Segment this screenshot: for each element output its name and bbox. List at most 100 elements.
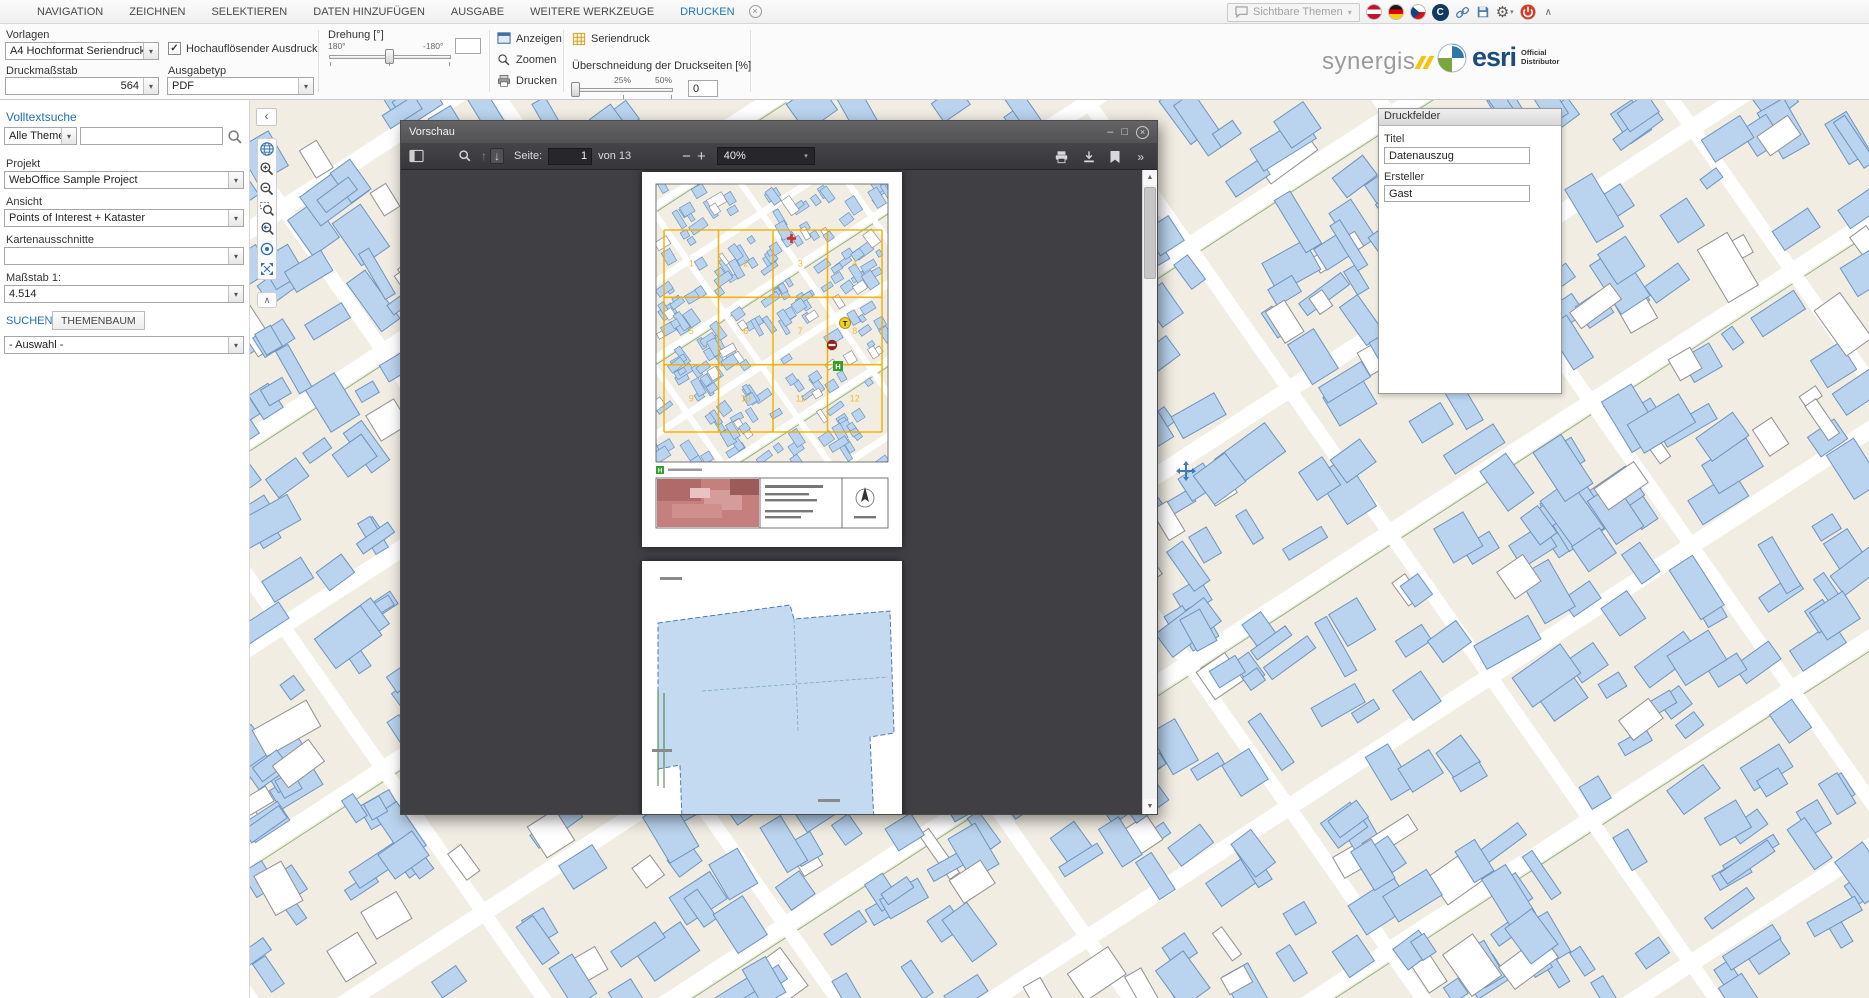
ueberschneidung-slider-track[interactable] [573, 88, 673, 92]
svg-text:T: T [842, 319, 847, 328]
ribbon-toolbar: Vorlagen A4 Hochformat Seriendruck▾ Druc… [0, 24, 1869, 100]
ausgabetyp-dropdown[interactable]: PDF▾ [167, 77, 314, 95]
scrollbar-thumb[interactable] [1144, 187, 1156, 279]
ansicht-dropdown[interactable]: Points of Interest + Kataster▾ [4, 209, 244, 227]
menu-item-weitere-werkzeuge[interactable]: WEITERE WERKZEUGE [517, 6, 667, 18]
map-marker-move-icon[interactable] [1175, 460, 1197, 482]
vorschau-dialog: Vorschau – □ × ↑ ↓ Seite: von 13 − + 40%… [400, 120, 1158, 815]
dialog-title-bar[interactable]: Vorschau – □ × [401, 121, 1157, 143]
globe-tool-icon[interactable] [259, 141, 275, 157]
print-page-1: 123456789101112 T H H [642, 172, 902, 547]
zoom-out-tool-icon[interactable] [259, 181, 275, 197]
pdf-scrollbar[interactable]: ▲ ▼ [1142, 170, 1157, 814]
zoomen-button[interactable]: Zoomen [497, 53, 556, 67]
drehung-value-input[interactable] [455, 38, 481, 54]
tick-25-label: 25% [614, 75, 631, 85]
page-number-input[interactable] [548, 148, 592, 165]
menu-item-drucken-active[interactable]: DRUCKEN [667, 6, 747, 18]
anzeigen-button[interactable]: Anzeigen [497, 32, 562, 45]
flag-czech-icon[interactable] [1410, 4, 1426, 20]
print-icon[interactable] [1054, 150, 1069, 164]
menu-item-zeichnen[interactable]: ZEICHNEN [116, 6, 198, 18]
previous-page-icon[interactable]: ↑ [478, 149, 490, 163]
grid-cell-number: 8 [852, 326, 857, 336]
projekt-label: Projekt [6, 158, 40, 170]
flag-germany-icon[interactable] [1388, 4, 1404, 20]
search-sidebar: Volltextsuche Alle Themen▾ Projekt WebOf… [0, 100, 250, 998]
menu-item-selektieren[interactable]: SELEKTIEREN [198, 6, 300, 18]
menu-item-daten-hinzufuegen[interactable]: DATEN HINZUFÜGEN [300, 6, 438, 18]
druckmassstab-combo[interactable]: 564▾ [5, 77, 159, 95]
next-page-icon[interactable]: ↓ [490, 148, 504, 164]
ueberschneidung-value-input[interactable] [688, 80, 718, 97]
titel-label: Titel [1384, 133, 1561, 145]
svg-text:H: H [657, 469, 661, 475]
hochaufloesend-checkbox[interactable]: ✓ Hochauflösender Ausdruck [168, 42, 317, 55]
toolbar-scroll-up-button[interactable]: ∧ [257, 292, 277, 308]
link-icon[interactable] [1455, 5, 1470, 20]
printer-icon [497, 74, 511, 88]
grid-cell-number: 9 [688, 393, 693, 403]
logout-power-icon[interactable] [1520, 4, 1536, 20]
chevron-down-icon: ▾ [228, 286, 243, 302]
settings-gear-icon[interactable]: ⚙▾ [1496, 5, 1514, 20]
zoom-level-select[interactable]: 40%▾ [717, 147, 815, 165]
kartenausschnitte-dropdown[interactable]: ▾ [4, 247, 244, 265]
ribbon-separator [318, 30, 319, 92]
auswahl-dropdown[interactable]: - Auswahl -▾ [4, 336, 244, 354]
zoom-in-icon[interactable]: + [694, 148, 709, 165]
grid-cell-number: 4 [852, 259, 857, 269]
zoom-previous-tool-icon[interactable] [259, 221, 275, 237]
fulltext-search-input[interactable] [80, 127, 223, 145]
grid-cell-number: 1 [688, 259, 693, 269]
drucken-button[interactable]: Drucken [497, 74, 557, 88]
ueberschneidung-label: Überschneidung der Druckseiten [%] [572, 60, 751, 72]
close-drucken-tab-icon[interactable]: × [749, 5, 762, 18]
massstab-dropdown[interactable]: 4.514▾ [4, 285, 244, 303]
menu-item-navigation[interactable]: NAVIGATION [24, 6, 116, 18]
zoom-out-icon[interactable]: − [679, 148, 694, 165]
scroll-up-icon[interactable]: ▲ [1143, 170, 1157, 185]
pdf-search-icon[interactable] [458, 149, 472, 163]
save-icon[interactable] [1476, 5, 1490, 19]
kartenausschnitte-label: Kartenausschnitte [6, 234, 94, 246]
more-tools-icon[interactable]: » [1134, 150, 1147, 164]
minimize-icon[interactable]: – [1107, 126, 1113, 138]
sidebar-toggle-icon[interactable] [409, 149, 424, 163]
flag-austria-icon[interactable] [1366, 4, 1382, 20]
parcel-polygon [658, 605, 894, 814]
volltextsuche-link[interactable]: Volltextsuche [6, 110, 77, 124]
legend-hotel-icon: H [656, 466, 702, 475]
grid-cell-number: 3 [797, 259, 802, 269]
c-logo-icon[interactable]: C [1432, 4, 1449, 21]
collapse-panel-button[interactable]: ‹ [256, 108, 277, 126]
themes-filter-dropdown[interactable]: Alle Themen▾ [4, 127, 77, 145]
print-page-2 [642, 561, 902, 814]
titel-input[interactable] [1384, 147, 1530, 164]
tab-themenbaum[interactable]: THEMENBAUM [52, 311, 145, 330]
zoom-in-tool-icon[interactable] [259, 161, 275, 177]
bookmark-icon[interactable] [1109, 150, 1121, 164]
vorlagen-dropdown[interactable]: A4 Hochformat Seriendruck▾ [5, 42, 159, 60]
center-map-tool-icon[interactable] [259, 241, 275, 257]
projekt-dropdown[interactable]: WebOffice Sample Project▾ [4, 171, 244, 189]
ueberschneidung-slider-thumb[interactable] [571, 82, 580, 97]
magnifier-icon [497, 53, 511, 67]
restore-icon[interactable]: □ [1121, 126, 1128, 138]
tick-50-label: 50% [655, 75, 672, 85]
download-icon[interactable] [1082, 150, 1096, 164]
zoom-window-tool-icon[interactable] [259, 201, 275, 217]
close-dialog-icon[interactable]: × [1136, 126, 1149, 139]
pdf-toolbar-right: » [1054, 143, 1147, 170]
scroll-down-icon[interactable]: ▼ [1143, 799, 1157, 814]
seriendruck-button[interactable]: Seriendruck [572, 32, 650, 46]
full-extent-tool-icon[interactable] [259, 261, 275, 277]
visible-themes-button[interactable]: Sichtbare Themen ▾ [1227, 3, 1360, 22]
menu-tabs: NAVIGATION ZEICHNEN SELEKTIEREN DATEN HI… [0, 5, 762, 18]
pdf-preview-area[interactable]: 123456789101112 T H H [401, 170, 1142, 814]
collapse-ribbon-icon[interactable]: ∧ [1542, 7, 1555, 18]
search-icon[interactable] [227, 129, 243, 145]
ersteller-input[interactable] [1384, 185, 1530, 202]
chevron-down-icon: ▾ [61, 128, 76, 144]
menu-item-ausgabe[interactable]: AUSGABE [438, 6, 517, 18]
